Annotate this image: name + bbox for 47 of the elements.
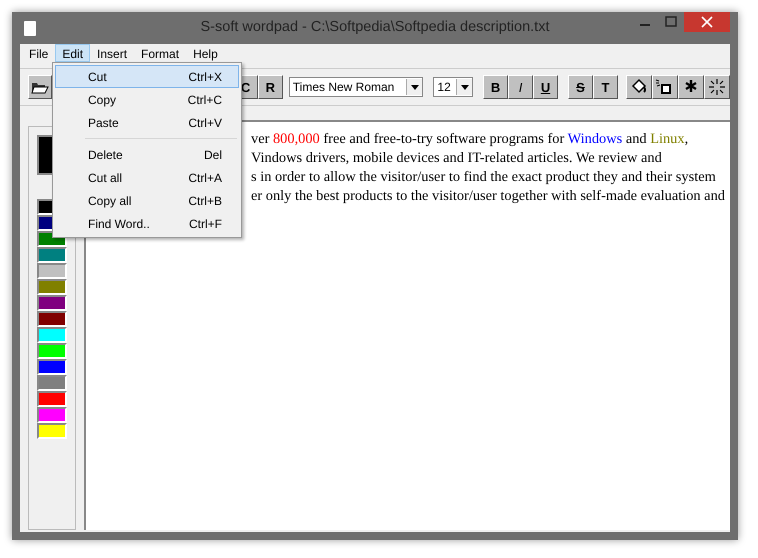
menu-entry[interactable]: Cut all Ctrl+A — [55, 166, 239, 189]
menu-item[interactable]: Format — [134, 44, 186, 62]
sparkle-icon — [707, 77, 728, 97]
menu-item[interactable]: Edit — [55, 44, 90, 62]
close-icon[interactable] — [684, 12, 730, 32]
tool-button[interactable] — [626, 75, 652, 99]
color-swatch[interactable] — [37, 343, 67, 359]
menu-entry[interactable]: Copy all Ctrl+B — [55, 189, 239, 212]
color-swatch[interactable] — [37, 295, 67, 311]
menu-entry[interactable]: Paste Ctrl+V — [55, 111, 239, 134]
size-dropdown[interactable]: 12 — [433, 77, 474, 97]
menu-entry[interactable]: Find Word.. Ctrl+F — [55, 212, 239, 235]
dropdown-arrow-icon — [410, 84, 419, 90]
text-line: s in order to allow the visitor/user to find the exact product they and their system — [251, 168, 717, 187]
strikethrough-button[interactable]: S — [568, 75, 594, 99]
tool-button[interactable] — [678, 75, 704, 99]
document-icon — [24, 20, 36, 36]
text-editor[interactable] — [84, 120, 730, 530]
tool-button[interactable] — [652, 75, 678, 99]
color-swatch[interactable] — [37, 359, 67, 375]
color-swatch[interactable] — [37, 311, 67, 327]
color-swatch[interactable] — [37, 423, 67, 439]
dropdown-arrow-icon — [460, 84, 469, 90]
color-swatch[interactable] — [37, 407, 67, 423]
menu-item[interactable]: Insert — [90, 44, 134, 62]
text-line: ver 800,000 free and free-to-try software programs for Windows and Linux, — [251, 130, 690, 149]
align-button[interactable]: R — [258, 75, 283, 99]
color-swatch[interactable] — [37, 327, 67, 343]
font-dropdown[interactable]: Times New Roman — [288, 77, 424, 97]
italic-button[interactable]: I — [508, 75, 534, 99]
menu-entry[interactable]: Cut Ctrl+X — [55, 65, 239, 88]
bold-button[interactable]: T — [593, 75, 618, 99]
bold-button[interactable]: B — [483, 75, 508, 99]
tool-button[interactable] — [704, 75, 730, 99]
color-swatch[interactable] — [37, 279, 67, 295]
color-swatch[interactable] — [37, 375, 67, 391]
color-swatch[interactable] — [37, 391, 67, 407]
underline-button[interactable]: U — [533, 75, 558, 99]
menu-item[interactable]: Help — [186, 44, 225, 62]
text-line: Vindows drivers, mobile devices and IT-related articles. We review and — [251, 149, 663, 168]
color-swatch[interactable] — [37, 263, 67, 279]
text-line: er only the best products to the visitor/user together with self-made evaluation and — [251, 187, 726, 206]
open-button[interactable] — [28, 75, 52, 99]
menu-item[interactable]: File — [22, 44, 56, 62]
menu-entry[interactable]: Delete Del — [55, 143, 239, 166]
window-title: S-soft wordpad - C:\Softpedia\Softpedia description.txt — [200, 19, 550, 35]
color-swatch[interactable] — [37, 247, 67, 263]
